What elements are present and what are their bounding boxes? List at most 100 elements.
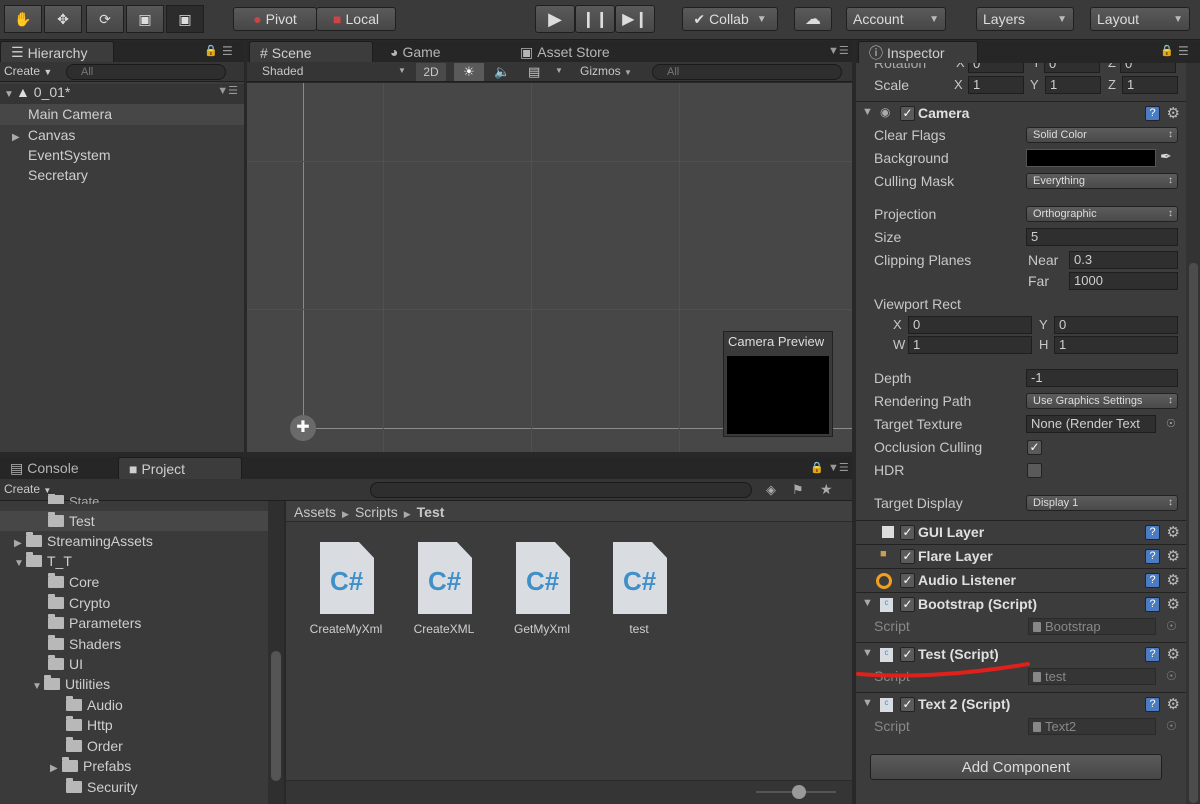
asset-item[interactable]: C# test <box>591 540 687 640</box>
object-picker-icon[interactable]: ☉ <box>1166 619 1177 633</box>
hierarchy-item-eventsystem[interactable]: EventSystem <box>28 147 110 163</box>
lighting-toggle-icon[interactable]: ☀ <box>454 63 484 81</box>
favorites-star-icon[interactable]: ★ <box>820 481 833 498</box>
play-button[interactable]: ▶ <box>535 5 575 33</box>
help-icon[interactable]: ? <box>1145 597 1160 612</box>
step-button[interactable]: ▶❙ <box>615 5 655 33</box>
near-field[interactable]: 0.3 <box>1069 251 1178 269</box>
create-dropdown[interactable]: Create ▼ <box>4 64 52 78</box>
asset-item[interactable]: C# GetMyXml <box>494 540 590 640</box>
scene-row[interactable]: ▼ ▲ 0_01* ▼☰ <box>0 84 244 104</box>
tab-asset-store[interactable]: ▣ Asset Store <box>510 41 634 63</box>
help-icon[interactable]: ? <box>1145 647 1160 662</box>
inspector-scrollbar[interactable] <box>1186 63 1200 804</box>
culling-mask-dropdown[interactable]: Everything <box>1026 173 1178 189</box>
tree-item-utilities[interactable]: ▼ Utilities <box>32 675 110 692</box>
hierarchy-item-secretary[interactable]: Secretary <box>28 167 88 183</box>
menu-icon[interactable]: ▼☰ <box>217 84 238 97</box>
bootstrap-script-field[interactable]: Bootstrap <box>1028 618 1156 635</box>
hierarchy-item-canvas[interactable]: ▶ Canvas <box>12 127 75 143</box>
add-component-button[interactable]: Add Component <box>870 754 1162 780</box>
object-picker-icon[interactable]: ☉ <box>1166 719 1177 733</box>
tab-game[interactable]: ◕ Game <box>380 41 504 63</box>
effects-toggle-icon[interactable]: ▤ <box>528 64 540 80</box>
tree-item-streamingassets[interactable]: ▶ StreamingAssets <box>14 532 153 549</box>
help-icon[interactable]: ? <box>1145 549 1160 564</box>
bootstrap-script-component-header[interactable]: ▼ c ✓ Bootstrap (Script) ? ⚙ <box>856 592 1186 616</box>
depth-field[interactable]: -1 <box>1026 369 1178 387</box>
asset-item[interactable]: C# CreateXML <box>396 540 492 640</box>
lock-icon[interactable]: 🔒 <box>204 44 218 57</box>
tab-project[interactable]: ■ Project <box>118 457 242 479</box>
gui-layer-component-header[interactable]: ✓ GUI Layer ? ⚙ <box>856 520 1186 544</box>
gear-icon[interactable]: ⚙ <box>1167 595 1180 613</box>
bootstrap-enabled-checkbox[interactable]: ✓ <box>900 597 915 612</box>
flare-layer-component-header[interactable]: ■ ✓ Flare Layer ? ⚙ <box>856 544 1186 568</box>
pivot-button[interactable]: ● Pivot <box>233 7 317 31</box>
scale-x-field[interactable]: 1 <box>968 76 1024 94</box>
viewport-x-field[interactable]: 0 <box>908 316 1032 334</box>
background-color-swatch[interactable] <box>1026 149 1156 167</box>
clear-flags-dropdown[interactable]: Solid Color <box>1026 127 1178 143</box>
menu-icon[interactable]: ▼☰ <box>828 44 849 57</box>
local-button[interactable]: ■ Local <box>316 7 396 31</box>
gear-icon[interactable]: ⚙ <box>1167 695 1180 713</box>
tree-item-crypto[interactable]: Crypto <box>48 594 110 611</box>
tree-item-parameters[interactable]: Parameters <box>48 614 141 631</box>
projection-dropdown[interactable]: Orthographic <box>1026 206 1178 222</box>
scene-viewport[interactable]: ✚ Camera Preview <box>247 83 852 452</box>
menu-icon[interactable]: ☰ <box>222 44 233 58</box>
viewport-h-field[interactable]: 1 <box>1054 336 1178 354</box>
viewport-w-field[interactable]: 1 <box>908 336 1032 354</box>
breadcrumb-test[interactable]: Test <box>417 504 445 520</box>
rotation-z-field[interactable]: 0 <box>1120 63 1176 73</box>
text2-script-field[interactable]: Text2 <box>1028 718 1156 735</box>
gear-icon[interactable]: ⚙ <box>1167 645 1180 663</box>
gear-icon[interactable]: ⚙ <box>1167 547 1180 565</box>
gui-layer-checkbox[interactable]: ✓ <box>900 525 915 540</box>
lock-icon[interactable]: 🔒 <box>810 461 824 474</box>
target-texture-field[interactable]: None (Render Text <box>1026 415 1156 433</box>
object-picker-icon[interactable]: ☉ <box>1166 669 1177 683</box>
text2-enabled-checkbox[interactable]: ✓ <box>900 697 915 712</box>
tree-item-audio[interactable]: Audio <box>66 696 123 713</box>
tree-item-security[interactable]: Security <box>66 778 138 795</box>
tree-item-core[interactable]: Core <box>48 573 99 590</box>
audio-listener-component-header[interactable]: ✓ Audio Listener ? ⚙ <box>856 568 1186 592</box>
hierarchy-item-main-camera[interactable]: Main Camera <box>0 104 244 125</box>
camera-enabled-checkbox[interactable]: ✓ <box>900 106 915 121</box>
occlusion-culling-checkbox[interactable]: ✓ <box>1027 440 1042 455</box>
tree-scrollbar[interactable] <box>268 501 284 804</box>
scrollbar-thumb[interactable] <box>1189 263 1198 803</box>
menu-icon[interactable]: ☰ <box>1178 44 1189 58</box>
hand-tool-icon[interactable]: ✋ <box>4 5 42 33</box>
far-field[interactable]: 1000 <box>1069 272 1178 290</box>
help-icon[interactable]: ? <box>1145 525 1160 540</box>
zoom-slider-thumb[interactable] <box>792 785 806 799</box>
tree-item-test[interactable]: Test <box>0 511 268 531</box>
scale-tool-icon[interactable]: ▣ <box>126 5 164 33</box>
flare-layer-checkbox[interactable]: ✓ <box>900 549 915 564</box>
help-icon[interactable]: ? <box>1145 697 1160 712</box>
audio-toggle-icon[interactable]: 🔈 <box>494 64 510 80</box>
eyedropper-icon[interactable]: ✒ <box>1160 148 1172 165</box>
hierarchy-search-input[interactable]: All <box>66 64 226 80</box>
scrollbar-thumb[interactable] <box>271 651 281 781</box>
camera-component-header[interactable]: ▼ ◉ ✓ Camera ? ⚙ <box>856 101 1186 125</box>
collab-button[interactable]: ✔ Collab ▼ <box>682 7 778 31</box>
tab-inspector[interactable]: ⓘ Inspector <box>858 41 978 63</box>
scale-y-field[interactable]: 1 <box>1045 76 1101 94</box>
target-display-dropdown[interactable]: Display 1 <box>1026 495 1178 511</box>
account-dropdown[interactable]: Account ▼ <box>846 7 946 31</box>
layers-dropdown[interactable]: Layers ▼ <box>976 7 1074 31</box>
rect-tool-icon[interactable]: ▣ <box>166 5 204 33</box>
tab-hierarchy[interactable]: ☰ Hierarchy <box>0 41 114 63</box>
audio-listener-checkbox[interactable]: ✓ <box>900 573 915 588</box>
project-search-input[interactable] <box>370 482 752 498</box>
scale-z-field[interactable]: 1 <box>1122 76 1178 94</box>
shading-dropdown[interactable]: Shaded <box>262 64 303 78</box>
tab-scene[interactable]: # Scene <box>249 41 373 63</box>
tree-item-prefabs[interactable]: ▶ Prefabs <box>50 757 131 774</box>
help-icon[interactable]: ? <box>1145 106 1160 121</box>
layout-dropdown[interactable]: Layout ▼ <box>1090 7 1190 31</box>
